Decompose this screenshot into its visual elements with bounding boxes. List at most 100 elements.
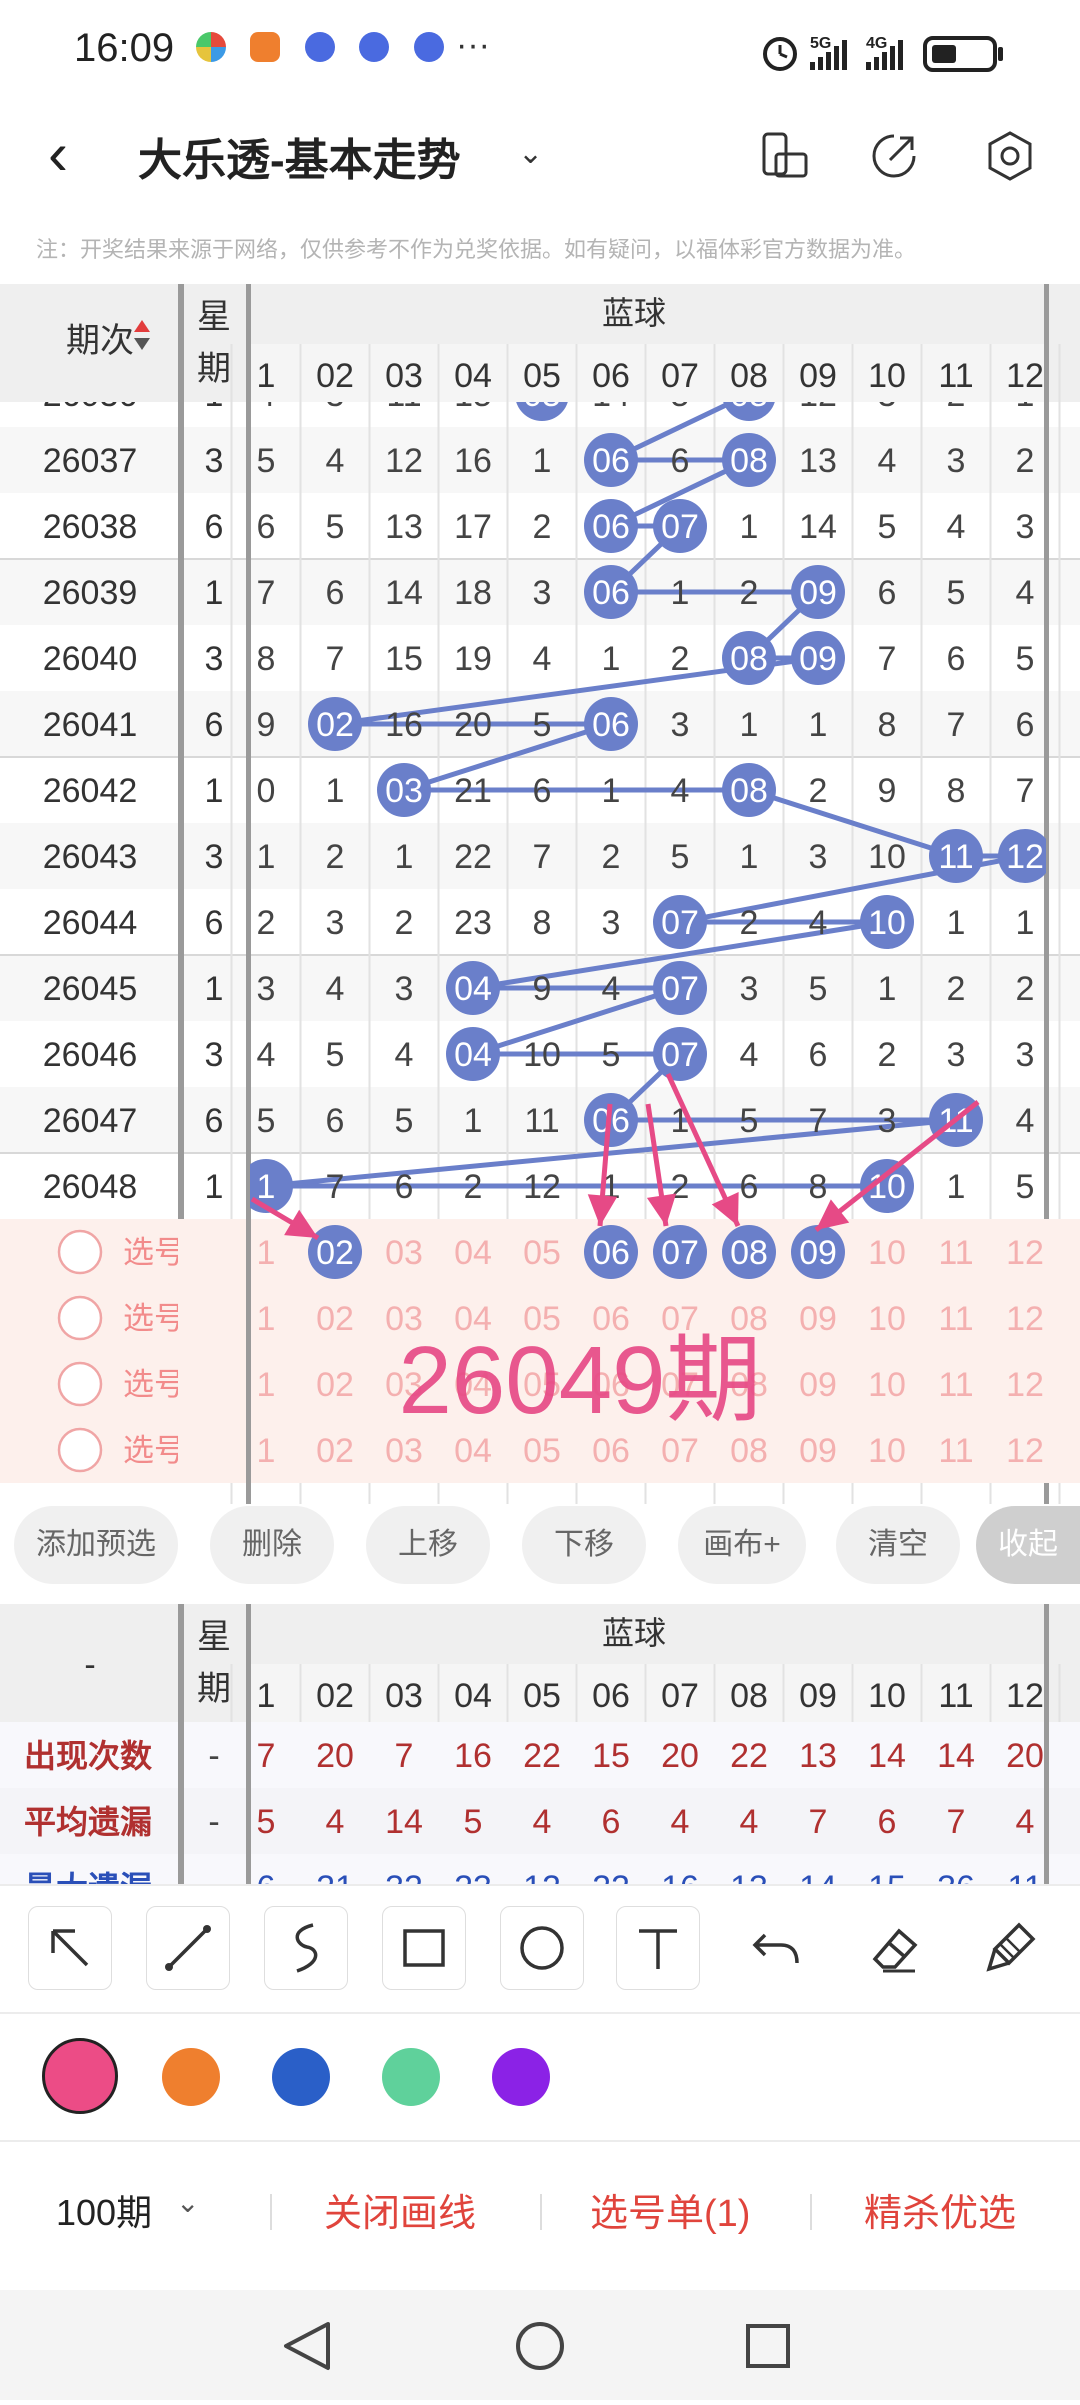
- weekday-cell: 3: [205, 1036, 224, 1074]
- share-icon[interactable]: [866, 128, 922, 184]
- omission-cell: 3: [533, 574, 552, 612]
- curve-tool-icon[interactable]: [264, 1906, 348, 1990]
- nav-back-icon[interactable]: [284, 2322, 330, 2370]
- drawn-ball-number: 07: [661, 970, 699, 1008]
- picker-number: 11: [938, 1432, 973, 1470]
- canvas-add-button[interactable]: 画布+: [678, 1506, 806, 1584]
- alarm-icon: [763, 37, 797, 71]
- close-lines-button[interactable]: 关闭画线: [324, 2182, 476, 2237]
- omission-cell: 1: [947, 904, 966, 942]
- picked-ball-number: 02: [316, 1234, 354, 1272]
- picker-number: 1: [257, 1432, 276, 1470]
- stats-value: 16: [454, 1737, 492, 1775]
- omission-cell: 7: [947, 706, 966, 744]
- divider: [0, 2140, 1080, 2142]
- color-swatch-orange[interactable]: [162, 2048, 220, 2106]
- picker-number: 04: [454, 1432, 492, 1470]
- arrow-tool-icon[interactable]: [28, 1906, 112, 1990]
- screen-rotate-icon[interactable]: [756, 128, 812, 184]
- omission-cell: 5: [947, 574, 966, 612]
- omission-cell: 16: [454, 442, 492, 480]
- column-header-12: 12: [1006, 357, 1044, 395]
- text-tool-icon[interactable]: [616, 1906, 700, 1990]
- picker-number: 10: [868, 1366, 906, 1404]
- stats-value: 22: [523, 1737, 561, 1775]
- omission-cell: 1: [395, 838, 414, 876]
- stats-value: 13: [799, 1737, 837, 1775]
- stats-value: 4: [740, 1803, 759, 1841]
- omission-cell: 1: [1016, 904, 1035, 942]
- clear-button[interactable]: 清空: [836, 1506, 960, 1584]
- omission-cell: 5: [257, 442, 276, 480]
- omission-cell: 13: [799, 442, 837, 480]
- omission-cell: 6: [740, 1168, 759, 1206]
- collapse-button[interactable]: 收起: [976, 1506, 1080, 1584]
- period-cell: 26039: [43, 574, 138, 612]
- right-border: [1044, 1604, 1049, 1884]
- picker-radio[interactable]: [57, 1229, 103, 1275]
- omission-cell: 2: [464, 1168, 483, 1206]
- drawn-ball-number: 11: [938, 838, 973, 876]
- omission-cell: 15: [385, 640, 423, 678]
- divider: [0, 2012, 1080, 2014]
- picker-number: 07: [661, 1432, 699, 1470]
- weekday-cell: 6: [205, 706, 224, 744]
- omission-cell: 5: [395, 1102, 414, 1140]
- picked-ball-number: 07: [661, 1234, 699, 1272]
- move-down-button[interactable]: 下移: [522, 1506, 646, 1584]
- page-title[interactable]: 大乐透-基本走势: [138, 124, 461, 188]
- weekday-cell: 1: [205, 1168, 224, 1206]
- clear-brush-icon[interactable]: [970, 1906, 1054, 1990]
- optimize-button[interactable]: 精杀优选: [864, 2182, 1016, 2237]
- nav-home-icon[interactable]: [516, 2322, 564, 2370]
- omission-cell: 2: [809, 772, 828, 810]
- nav-recents-icon[interactable]: [746, 2324, 790, 2368]
- weekday-cell: 3: [205, 838, 224, 876]
- color-swatch-blue[interactable]: [272, 2048, 330, 2106]
- delete-button[interactable]: 删除: [210, 1506, 334, 1584]
- move-up-button[interactable]: 上移: [366, 1506, 490, 1584]
- stats-column-header: 11: [938, 1677, 973, 1715]
- drawn-ball-number: 04: [454, 970, 492, 1008]
- undo-icon[interactable]: [734, 1906, 818, 1990]
- weekday-cell: 3: [205, 640, 224, 678]
- stats-value: 12: [523, 1869, 561, 1884]
- stats-value: 4: [533, 1803, 552, 1841]
- stats-column-header: 04: [454, 1677, 492, 1715]
- stats-weekday: -: [208, 1737, 219, 1775]
- rectangle-tool-icon[interactable]: [382, 1906, 466, 1990]
- column-header-10: 10: [868, 357, 906, 395]
- omission-cell: 3: [1016, 1036, 1035, 1074]
- chevron-down-icon[interactable]: ⌄: [176, 2186, 199, 2219]
- chevron-down-icon[interactable]: ⌄: [518, 136, 543, 171]
- back-icon[interactable]: ‹: [48, 124, 68, 184]
- trend-chart[interactable]: 期次星期蓝球1020304050607080910111243111505145…: [0, 284, 1080, 1504]
- color-swatch-purple[interactable]: [492, 2048, 550, 2106]
- color-swatch-green[interactable]: [382, 2048, 440, 2106]
- picker-radio[interactable]: [57, 1295, 103, 1341]
- omission-cell: 14: [799, 508, 837, 546]
- omission-cell: 3: [671, 706, 690, 744]
- circle-tool-icon[interactable]: [500, 1906, 584, 1990]
- status-time: 16:09: [74, 26, 175, 70]
- color-swatch-pink[interactable]: [42, 2038, 118, 2114]
- picklist-button[interactable]: 选号单(1): [590, 2182, 750, 2237]
- picker-radio[interactable]: [57, 1361, 103, 1407]
- weekday-header: 期: [197, 1670, 231, 1708]
- battery-icon: [923, 36, 1003, 72]
- add-preselect-button[interactable]: 添加预选: [14, 1506, 178, 1584]
- weekday-header: 星: [197, 298, 231, 336]
- omission-cell: 19: [454, 640, 492, 678]
- omission-cell: 2: [671, 640, 690, 678]
- picker-radio[interactable]: [57, 1427, 103, 1473]
- eraser-icon[interactable]: [852, 1906, 936, 1990]
- picker-number: 05: [523, 1432, 561, 1470]
- picker-number: 12: [1006, 1432, 1044, 1470]
- stats-column-header: 06: [592, 1677, 630, 1715]
- period-selector[interactable]: 100期: [56, 2184, 152, 2236]
- picker-number: 11: [938, 1366, 973, 1404]
- settings-icon[interactable]: [982, 128, 1038, 184]
- frozen-divider: [246, 1604, 251, 1884]
- status-right: 5G 4G: [760, 30, 1030, 81]
- line-tool-icon[interactable]: [146, 1906, 230, 1990]
